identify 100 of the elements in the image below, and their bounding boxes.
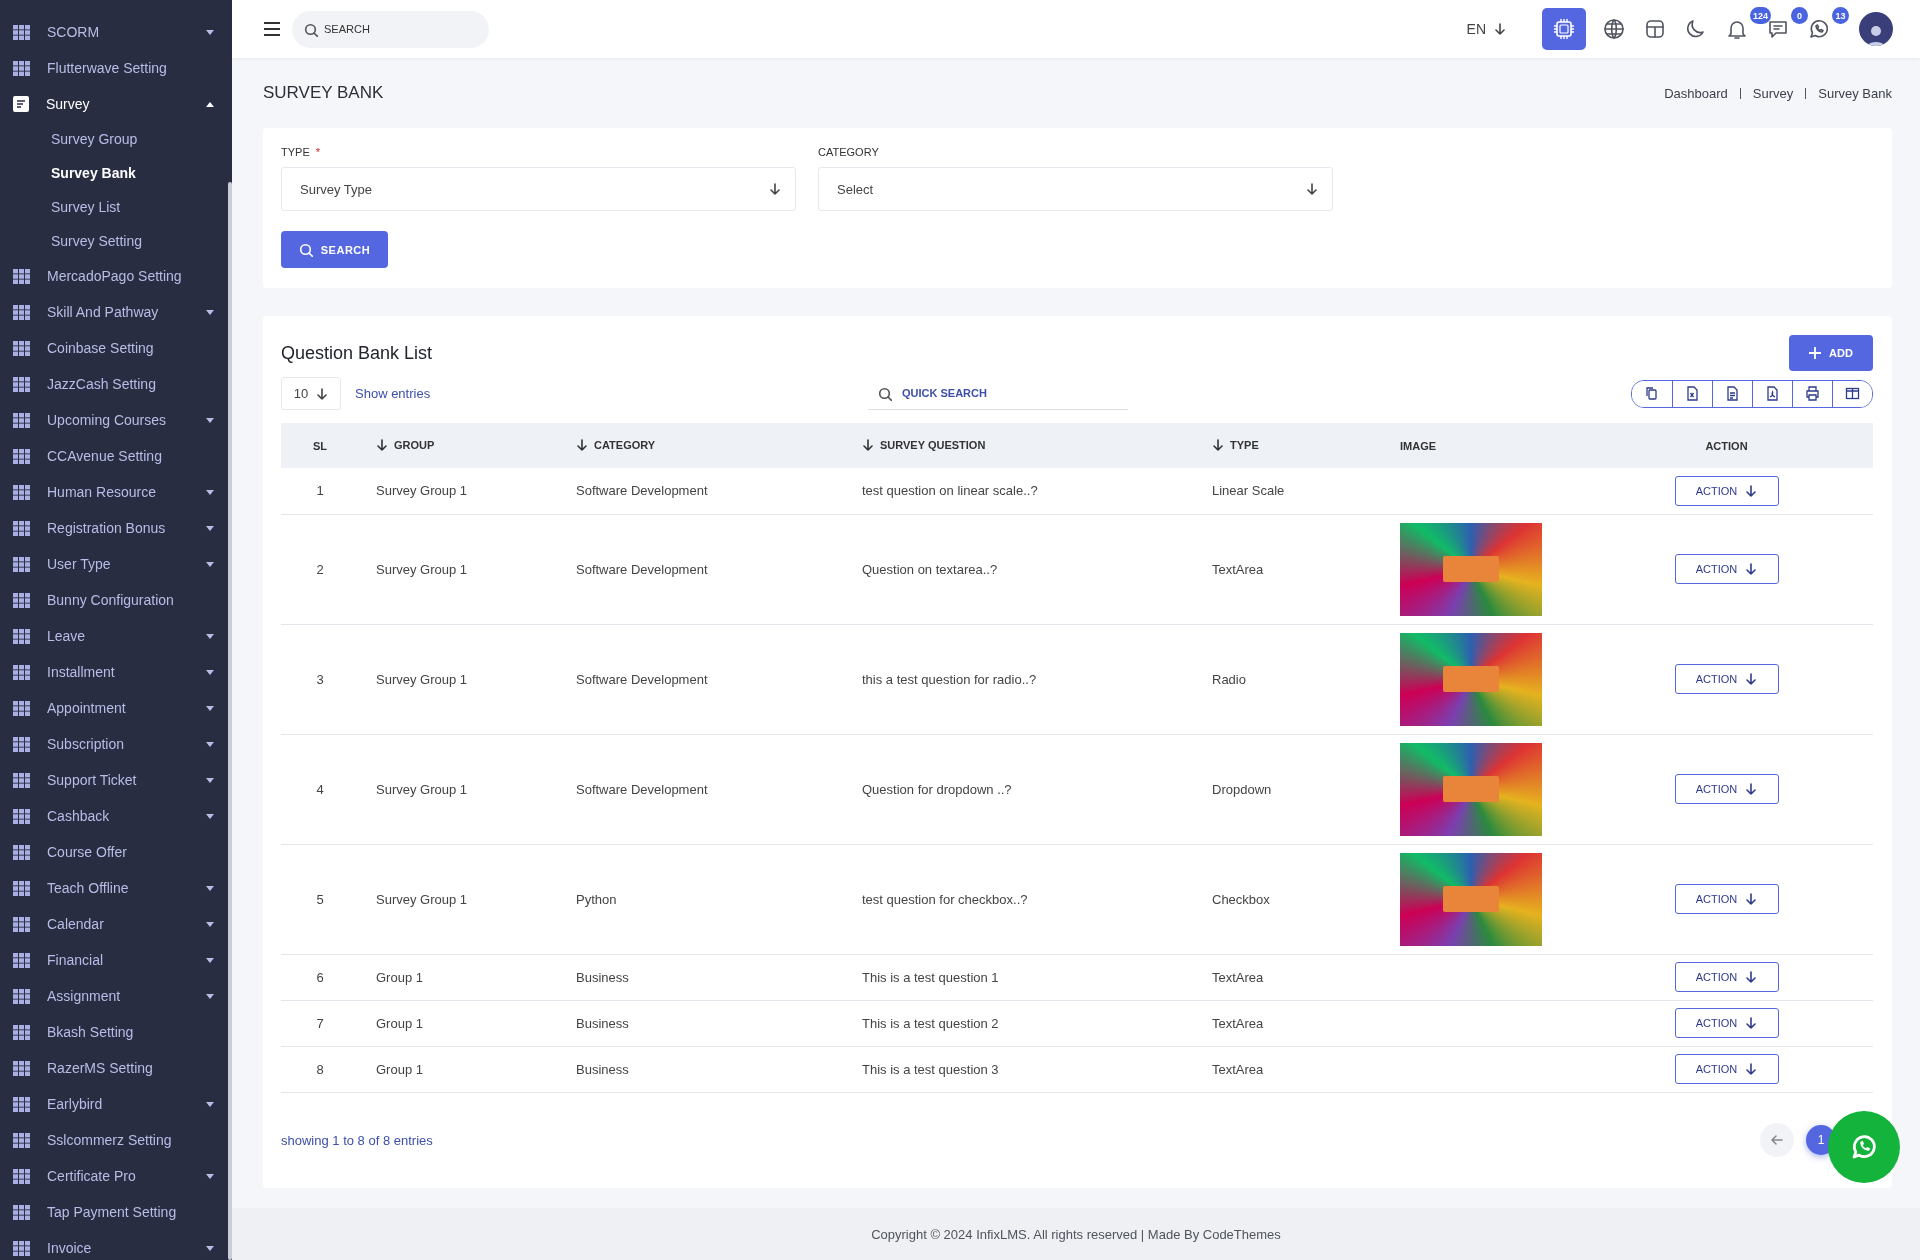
caret-icon[interactable] bbox=[206, 29, 214, 35]
sidebar-item[interactable]: Financial bbox=[13, 952, 104, 968]
caret-icon[interactable] bbox=[206, 885, 214, 891]
submenu-item[interactable]: Survey List bbox=[51, 199, 121, 215]
sidebar-item[interactable]: Tap Payment Setting bbox=[13, 1204, 177, 1220]
select-field[interactable]: Select bbox=[818, 167, 1333, 211]
table-cell: Linear Scale bbox=[1212, 468, 1400, 514]
table-cell: This is a test question 2 bbox=[862, 1000, 1212, 1046]
search-button[interactable]: SEARCH bbox=[281, 231, 388, 268]
sidebar-item[interactable]: Human Resource bbox=[13, 484, 156, 500]
caret-icon[interactable] bbox=[206, 633, 214, 639]
sidebar-item[interactable]: Leave bbox=[13, 628, 86, 644]
caret-icon[interactable] bbox=[206, 489, 214, 495]
caret-icon[interactable] bbox=[206, 561, 214, 567]
caret-icon[interactable] bbox=[206, 417, 214, 423]
sidebar-item[interactable]: Registration Bonus bbox=[13, 520, 166, 536]
previous-page-button[interactable] bbox=[1760, 1123, 1794, 1158]
language-dropdown[interactable]: EN bbox=[1460, 20, 1512, 38]
sidebar-item[interactable]: Certificate Pro bbox=[13, 1168, 136, 1184]
table-cell: Group 1 bbox=[376, 954, 576, 1000]
sidebar-item[interactable]: RazerMS Setting bbox=[13, 1060, 153, 1076]
caret-icon[interactable] bbox=[206, 705, 214, 711]
action-dropdown[interactable]: ACTION bbox=[1674, 774, 1779, 804]
sidebar-item[interactable]: Coinbase Setting bbox=[13, 340, 154, 356]
submenu-item[interactable]: Survey Bank bbox=[51, 165, 136, 181]
caret-icon[interactable] bbox=[206, 1173, 214, 1179]
column-header[interactable]: TYPE bbox=[1230, 438, 1259, 451]
column-header[interactable]: GROUP bbox=[394, 438, 435, 451]
sidebar-item[interactable]: Cashback bbox=[13, 808, 110, 824]
table-cell: Python bbox=[576, 844, 862, 954]
table-cell: 5 bbox=[281, 844, 376, 954]
sidebar-item[interactable]: MercadoPago Setting bbox=[13, 268, 182, 284]
grid-icon bbox=[13, 556, 30, 572]
sidebar-item[interactable]: Bunny Configuration bbox=[13, 592, 174, 608]
table-cell: Survey Group 1 bbox=[376, 468, 576, 514]
caret-icon[interactable] bbox=[206, 669, 214, 675]
select-field[interactable]: Survey Type bbox=[281, 167, 796, 211]
action-dropdown[interactable]: ACTION bbox=[1674, 1008, 1779, 1038]
search-icon bbox=[878, 387, 892, 401]
table-cell: 2 bbox=[281, 514, 376, 624]
action-dropdown[interactable]: ACTION bbox=[1674, 664, 1779, 694]
sidebar-item[interactable]: Teach Offline bbox=[13, 880, 129, 896]
menu-icon[interactable] bbox=[264, 22, 280, 36]
action-dropdown[interactable]: ACTION bbox=[1674, 884, 1779, 914]
action-dropdown[interactable]: ACTION bbox=[1674, 475, 1779, 506]
breadcrumb-link[interactable]: Dashboard bbox=[1664, 85, 1728, 101]
caret-icon[interactable] bbox=[206, 101, 214, 107]
scrollbar[interactable] bbox=[228, 182, 232, 1260]
sidebar-item[interactable]: Invoice bbox=[13, 1240, 92, 1256]
sidebar-item[interactable]: CCAvenue Setting bbox=[13, 448, 162, 464]
search-field[interactable]: SEARCH bbox=[292, 10, 489, 48]
column-header[interactable]: CATEGORY bbox=[594, 438, 656, 451]
table-cell: Survey Group 1 bbox=[376, 844, 576, 954]
caret-icon[interactable] bbox=[206, 921, 214, 927]
avatar[interactable] bbox=[1859, 12, 1893, 46]
sidebar-item[interactable]: Upcoming Courses bbox=[13, 412, 167, 428]
caret-icon[interactable] bbox=[206, 1101, 214, 1107]
caret-icon[interactable] bbox=[206, 309, 214, 315]
action-dropdown[interactable]: ACTION bbox=[1674, 962, 1779, 992]
sidebar-item[interactable]: Installment bbox=[13, 664, 115, 680]
add-button[interactable]: ADD bbox=[1789, 335, 1873, 371]
sidebar-item[interactable]: Flutterwave Setting bbox=[13, 60, 167, 76]
breadcrumb-link[interactable]: Survey bbox=[1752, 85, 1794, 101]
ai-button[interactable] bbox=[1542, 8, 1586, 50]
export-button[interactable] bbox=[1832, 380, 1872, 407]
submenu-item[interactable]: Survey Setting bbox=[51, 233, 143, 249]
sidebar-item[interactable]: Assignment bbox=[13, 988, 121, 1004]
breadcrumb-link[interactable]: Survey Bank bbox=[1818, 85, 1892, 101]
page-size-select[interactable]: 10 bbox=[281, 377, 341, 410]
layout-icon bbox=[1643, 17, 1667, 41]
caret-icon[interactable] bbox=[206, 813, 214, 819]
submenu-item[interactable]: Survey Group bbox=[51, 131, 138, 147]
sidebar-item[interactable]: Sslcommerz Setting bbox=[13, 1132, 172, 1148]
grid-icon bbox=[13, 340, 30, 356]
sidebar-item[interactable]: JazzCash Setting bbox=[13, 376, 156, 392]
sidebar-item[interactable]: Subscription bbox=[13, 736, 125, 752]
sidebar-item[interactable]: Bkash Setting bbox=[13, 1024, 134, 1040]
toolbar-button[interactable] bbox=[1601, 16, 1627, 42]
sidebar-item[interactable]: Calendar bbox=[13, 916, 104, 932]
caret-icon[interactable] bbox=[206, 1245, 214, 1251]
caret-icon[interactable] bbox=[206, 741, 214, 747]
sidebar-item[interactable]: Appointment bbox=[13, 700, 126, 716]
sidebar-item[interactable]: Course Offer bbox=[13, 844, 127, 860]
action-dropdown[interactable]: ACTION bbox=[1674, 1054, 1779, 1084]
sidebar-item[interactable]: User Type bbox=[13, 556, 111, 572]
column-header[interactable]: ACTION bbox=[1705, 439, 1748, 452]
column-header[interactable]: IMAGE bbox=[1400, 439, 1437, 452]
caret-icon[interactable] bbox=[206, 993, 214, 999]
column-header[interactable]: SURVEY QUESTION bbox=[880, 438, 986, 451]
sidebar-item[interactable]: Skill And Pathway bbox=[13, 304, 159, 320]
sidebar-item[interactable]: Survey bbox=[13, 96, 90, 112]
sidebar-item[interactable]: SCORM bbox=[13, 24, 100, 40]
action-dropdown[interactable]: ACTION bbox=[1674, 554, 1779, 584]
sidebar-item[interactable]: Support Ticket bbox=[13, 772, 137, 788]
caret-icon[interactable] bbox=[206, 777, 214, 783]
sidebar-item[interactable]: Earlybird bbox=[13, 1096, 103, 1112]
caret-icon[interactable] bbox=[206, 525, 214, 531]
caret-icon[interactable] bbox=[206, 957, 214, 963]
grid-icon bbox=[13, 1204, 30, 1220]
column-header[interactable]: SL bbox=[312, 439, 328, 452]
